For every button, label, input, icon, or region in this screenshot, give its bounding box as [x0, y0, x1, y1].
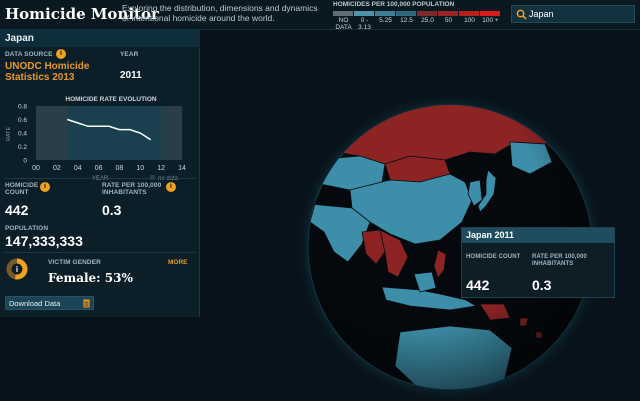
- legend-swatch: [417, 11, 437, 16]
- search-icon[interactable]: [516, 9, 527, 20]
- legend-label: 100 +: [482, 17, 499, 24]
- legend-swatch: [459, 11, 479, 16]
- tooltip-header: Japan 2011: [462, 228, 614, 243]
- legend-swatches: [333, 11, 501, 16]
- legend-title: HOMICIDES PER 100,000 POPULATION: [333, 1, 455, 8]
- victim-gender-value: Female: 53%: [48, 271, 133, 285]
- legend-labels: NO DATA 0 - 3.13 5.25 12.5 25.0 50 100 100 +: [333, 17, 501, 31]
- divider: [5, 178, 195, 179]
- chart-x-tick: 02: [53, 165, 61, 172]
- svg-text:i: i: [16, 265, 18, 274]
- legend-label: 0 - 3.13: [358, 17, 371, 31]
- homicide-count-value: 442: [5, 202, 29, 218]
- gender-donut-icon: i: [6, 258, 28, 280]
- document-icon: [83, 299, 90, 308]
- country-info-panel: Japan DATA SOURCE i UNODC Homicide Stati…: [0, 30, 200, 317]
- tooltip-rate-label: RATE PER 100,000 INHABITANTS: [532, 254, 587, 267]
- legend-label: NO DATA: [335, 17, 352, 31]
- chart-x-tick: 14: [178, 165, 186, 172]
- chart-title: HOMICIDE RATE EVOLUTION: [65, 96, 157, 103]
- homicide-count-label: HOMICIDE COUNT: [5, 182, 39, 196]
- population-value: 147,333,333: [5, 233, 83, 249]
- chart-x-tick: 12: [157, 165, 165, 172]
- chart-y-tick: 0.6: [18, 117, 27, 124]
- year-value: 2011: [120, 70, 142, 81]
- legend-label: 100: [464, 17, 475, 24]
- info-icon[interactable]: i: [40, 182, 50, 192]
- data-source-link[interactable]: UNODC Homicide Statistics 2013: [5, 61, 115, 83]
- rate-label: RATE PER 100,000 INHABITANTS: [102, 182, 162, 196]
- rate-value: 0.3: [102, 202, 122, 218]
- legend-swatch: [438, 11, 458, 16]
- chart-y-tick: 0: [23, 158, 27, 165]
- info-icon[interactable]: i: [166, 182, 176, 192]
- country-header: Japan: [0, 30, 200, 47]
- legend-swatch: [354, 11, 374, 16]
- data-source-label: DATA SOURCE: [5, 51, 53, 58]
- tooltip-rate-value: 0.3: [532, 277, 552, 293]
- divider: [5, 252, 195, 253]
- download-label: Download Data: [9, 299, 61, 308]
- download-data-button[interactable]: Download Data: [5, 296, 94, 310]
- legend-label: 50: [444, 17, 453, 24]
- chart-x-tick: 06: [95, 165, 103, 172]
- homicide-rate-chart: HOMICIDE RATE EVOLUTION 0.8 0.6 0.4 0.2 0 RATE…: [0, 92, 200, 187]
- tooltip-count-value: 442: [466, 277, 490, 293]
- legend-label: 12.5: [400, 17, 413, 24]
- tooltip-count-label: HOMICIDE COUNT: [466, 254, 521, 260]
- app-header: Homicide Monitor Exploring the distribut…: [0, 0, 640, 31]
- year-label: YEAR: [120, 51, 139, 58]
- rate-chart-svg: HOMICIDE RATE EVOLUTION 0.8 0.6 0.4 0.2 0 RATE…: [6, 96, 186, 182]
- legend-swatch: [396, 11, 416, 16]
- chart-no-data-band: [161, 106, 182, 160]
- victim-gender-label: VICTIM GENDER: [48, 259, 101, 266]
- legend-label: 5.25: [379, 17, 392, 24]
- chart-no-data-band: [36, 106, 68, 160]
- rate-legend: HOMICIDES PER 100,000 POPULATION NO DATA…: [329, 1, 502, 31]
- more-link[interactable]: MORE: [168, 259, 188, 266]
- chart-y-tick: 0.4: [18, 131, 27, 138]
- search-input[interactable]: [529, 7, 633, 21]
- chart-x-tick: 10: [136, 165, 144, 172]
- legend-swatch: [333, 11, 353, 16]
- chart-y-label: RATE: [6, 127, 12, 142]
- chart-x-tick: 00: [32, 165, 40, 172]
- legend-swatch: [375, 11, 395, 16]
- legend-label: 25.0: [421, 17, 434, 24]
- population-label: POPULATION: [5, 225, 49, 232]
- legend-swatch: [480, 11, 500, 16]
- chart-x-tick: 08: [116, 165, 124, 172]
- country-search[interactable]: [511, 5, 635, 23]
- country-name: Japan: [5, 33, 34, 44]
- app-tagline: Exploring the distribution, dimensions a…: [122, 3, 318, 23]
- chart-x-tick: 04: [74, 165, 82, 172]
- chart-y-tick: 0.8: [18, 104, 27, 111]
- country-tooltip: Japan 2011 HOMICIDE COUNT RATE PER 100,0…: [461, 227, 615, 298]
- info-icon[interactable]: i: [56, 49, 66, 59]
- tooltip-title: Japan 2011: [466, 230, 515, 240]
- chart-y-tick: 0.2: [18, 144, 27, 151]
